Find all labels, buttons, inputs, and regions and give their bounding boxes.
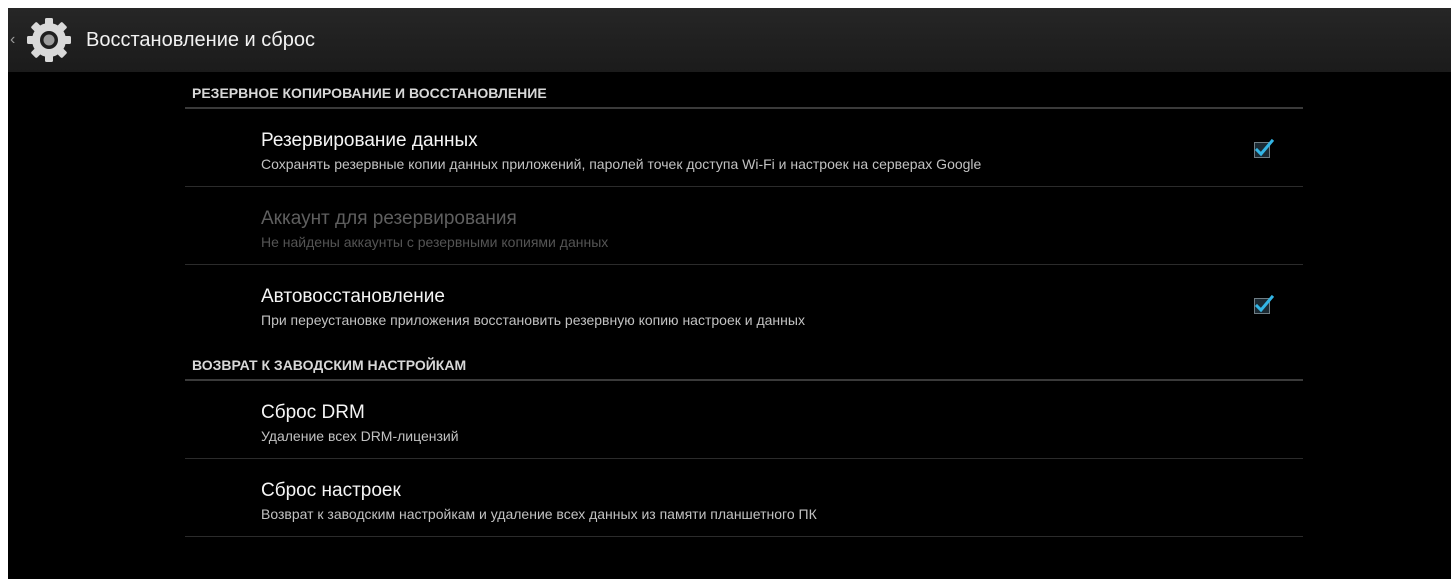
- pref-drm-reset[interactable]: Сброс DRM Удаление всех DRM-лицензий: [185, 381, 1303, 459]
- pref-title: Резервирование данных: [261, 130, 478, 151]
- page-title: Восстановление и сброс: [86, 28, 315, 51]
- pref-backup-data[interactable]: Резервирование данных Сохранять резервны…: [185, 109, 1303, 187]
- pref-summary: Не найдены аккаунты с резервными копиями…: [261, 234, 609, 250]
- auto-restore-checkbox[interactable]: [1252, 294, 1275, 316]
- pref-backup-account: Аккаунт для резервирования Не найдены ак…: [185, 187, 1303, 265]
- chevron-left-icon: ‹: [10, 31, 16, 48]
- pref-factory-reset[interactable]: Сброс настроек Возврат к заводским настр…: [185, 459, 1303, 537]
- pref-title: Автовосстановление: [261, 286, 445, 307]
- pref-title: Аккаунт для резервирования: [261, 208, 517, 229]
- pref-title: Сброс настроек: [261, 480, 401, 501]
- section-header-backup: РЕЗЕРВНОЕ КОПИРОВАНИЕ И ВОССТАНОВЛЕНИЕ: [185, 72, 1303, 109]
- pref-summary: При переустановке приложения восстановит…: [261, 312, 805, 328]
- settings-gear-icon: [22, 13, 76, 67]
- pref-summary: Возврат к заводским настройкам и удалени…: [261, 506, 817, 522]
- pref-auto-restore[interactable]: Автовосстановление При переустановке при…: [185, 265, 1303, 344]
- action-bar: ‹ Восстановление и сброс: [8, 8, 1451, 72]
- up-navigation-button[interactable]: ‹: [8, 8, 76, 72]
- pref-summary: Сохранять резервные копии данных приложе…: [261, 156, 982, 172]
- pref-summary: Удаление всех DRM-лицензий: [261, 428, 459, 444]
- settings-screen: ‹ Восстановление и сброс РЕЗЕРВНОЕ КОПИР…: [8, 8, 1451, 579]
- section-header-factory-reset: ВОЗВРАТ К ЗАВОДСКИМ НАСТРОЙКАМ: [185, 344, 1303, 381]
- preferences-list: РЕЗЕРВНОЕ КОПИРОВАНИЕ И ВОССТАНОВЛЕНИЕ Р…: [185, 72, 1303, 537]
- backup-data-checkbox[interactable]: [1252, 138, 1275, 160]
- pref-title: Сброс DRM: [261, 402, 365, 423]
